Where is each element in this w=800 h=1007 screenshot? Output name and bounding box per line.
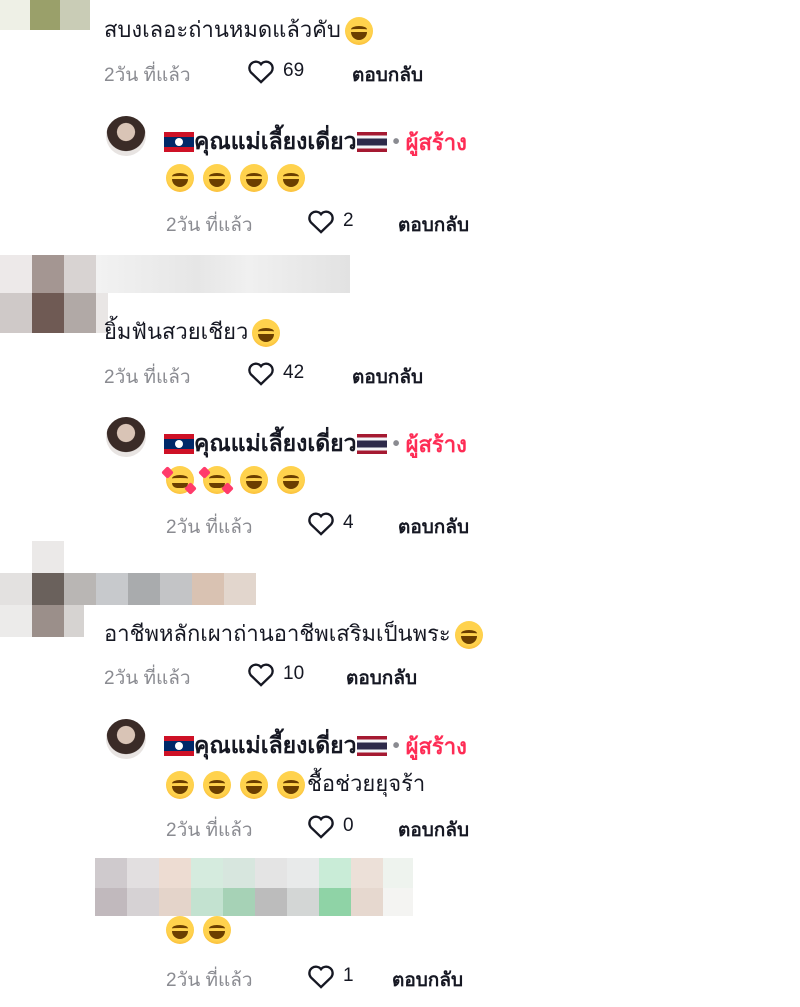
like-count: 0 <box>343 815 354 836</box>
reply-button[interactable]: ตอบกลับ <box>398 210 469 240</box>
creator-badge: ผู้สร้าง <box>405 733 467 759</box>
like-count: 4 <box>343 512 354 533</box>
creator-name: คุณแม่เลี้ยงเดี่ยว <box>194 430 357 456</box>
heart-icon <box>308 815 334 839</box>
laughing-emoji-icon <box>166 916 194 944</box>
comment-time: 2วัน ที่แล้ว <box>166 970 253 991</box>
like-count: 1 <box>343 965 354 986</box>
username-pixelated[interactable] <box>95 858 413 916</box>
reply-button[interactable]: ตอบกลับ <box>352 362 423 392</box>
laughing-emoji-icon <box>277 771 305 800</box>
reply-button[interactable]: ตอบกลับ <box>392 965 463 995</box>
heart-icon <box>308 512 334 536</box>
laughing-emoji-icon <box>166 771 194 800</box>
heart-icon <box>248 362 274 386</box>
creator-avatar[interactable] <box>106 719 146 759</box>
comment-time: 2วัน ที่แล้ว <box>104 65 191 86</box>
reply-button[interactable]: ตอบกลับ <box>352 60 423 90</box>
reply-button[interactable]: ตอบกลับ <box>346 663 417 693</box>
comment-time: 2วัน ที่แล้ว <box>104 668 191 689</box>
like-button[interactable]: 10 <box>247 661 304 687</box>
separator-dot: • <box>392 432 400 455</box>
comment-time: 2วัน ที่แล้ว <box>104 367 191 388</box>
separator-dot: • <box>392 734 400 757</box>
smiling-hearts-emoji-icon <box>198 466 234 495</box>
reply-text <box>166 164 314 192</box>
like-button[interactable]: 42 <box>247 360 304 386</box>
comment-text: ยิ้มฟันสวยเชียว <box>104 314 289 349</box>
like-count: 42 <box>283 362 305 383</box>
laughing-emoji-icon <box>277 466 305 494</box>
creator-name: คุณแม่เลี้ยงเดี่ยว <box>194 732 357 758</box>
like-count: 2 <box>343 210 354 231</box>
heart-icon <box>248 663 274 687</box>
laughing-emoji-icon <box>240 466 268 494</box>
laughing-emoji-icon <box>166 164 194 192</box>
reply-text <box>166 916 240 944</box>
grinning-emoji-icon <box>252 319 281 348</box>
laos-flag-icon <box>164 736 194 756</box>
like-button[interactable]: 69 <box>247 58 304 84</box>
heart-icon <box>248 60 274 84</box>
creator-badge: ผู้สร้าง <box>405 129 467 155</box>
like-button[interactable]: 4 <box>307 510 354 536</box>
comment-time: 2วัน ที่แล้ว <box>166 820 253 841</box>
creator-name-row[interactable]: คุณแม่เลี้ยงเดี่ยว • ผู้สร้าง <box>164 728 467 764</box>
comment-time: 2วัน ที่แล้ว <box>166 215 253 236</box>
comment-text: สบงเลอะถ่านหมดแล้วคับ <box>104 12 382 47</box>
laughing-emoji-icon <box>454 621 483 650</box>
comment-text: อาชีพหลักเผาถ่านอาชีพเสริมเป็นพระ <box>104 616 492 651</box>
creator-name-row[interactable]: คุณแม่เลี้ยงเดี่ยว • ผู้สร้าง <box>164 124 467 160</box>
creator-avatar[interactable] <box>106 116 146 156</box>
laughing-emoji-icon <box>344 17 373 46</box>
creator-badge: ผู้สร้าง <box>405 431 467 457</box>
reply-text <box>161 466 314 495</box>
reply-text: ชื้อช่วยยุจร้า <box>166 766 425 801</box>
laughing-emoji-icon <box>277 164 305 192</box>
like-button[interactable]: 2 <box>307 208 354 234</box>
laos-flag-icon <box>164 434 194 454</box>
comment-time: 2วัน ที่แล้ว <box>166 517 253 538</box>
creator-name-row[interactable]: คุณแม่เลี้ยงเดี่ยว • ผู้สร้าง <box>164 426 467 462</box>
reply-button[interactable]: ตอบกลับ <box>398 512 469 542</box>
like-count: 10 <box>283 663 305 684</box>
reply-button[interactable]: ตอบกลับ <box>398 815 469 845</box>
creator-avatar[interactable] <box>106 417 146 457</box>
thailand-flag-icon <box>356 132 387 152</box>
heart-icon <box>308 965 334 989</box>
laughing-emoji-icon <box>240 164 268 192</box>
separator-dot: • <box>392 130 400 153</box>
creator-name: คุณแม่เลี้ยงเดี่ยว <box>194 128 357 154</box>
like-count: 69 <box>283 60 305 81</box>
smiling-hearts-emoji-icon <box>161 466 197 495</box>
heart-icon <box>308 210 334 234</box>
thailand-flag-icon <box>356 434 387 454</box>
like-button[interactable]: 1 <box>307 963 354 989</box>
laughing-emoji-icon <box>203 916 231 944</box>
thailand-flag-icon <box>356 736 387 756</box>
laughing-emoji-icon <box>240 771 268 800</box>
laughing-emoji-icon <box>203 771 231 800</box>
laughing-emoji-icon <box>203 164 231 192</box>
avatar-pixelated[interactable] <box>0 0 90 30</box>
like-button[interactable]: 0 <box>307 813 354 839</box>
laos-flag-icon <box>164 132 194 152</box>
